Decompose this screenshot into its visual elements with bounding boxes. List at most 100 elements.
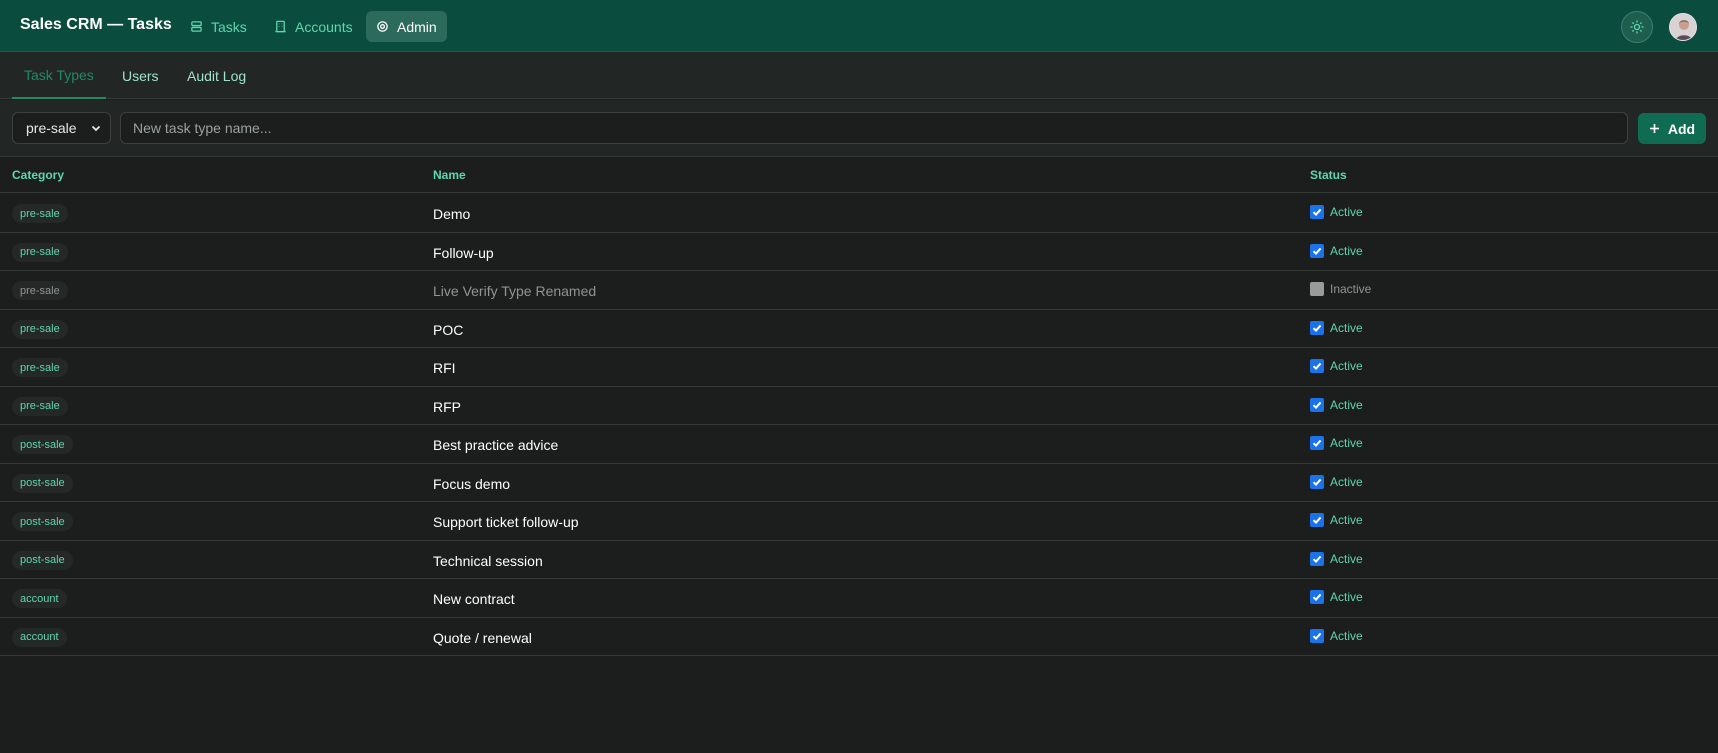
status-label: Inactive — [1330, 282, 1372, 296]
task-type-name: Support ticket follow-up — [433, 514, 579, 530]
admin-subtabs: Task Types Users Audit Log — [0, 52, 1718, 99]
table-row: post-sale Best practice advice Active — [0, 425, 1718, 464]
task-type-name: New contract — [433, 591, 515, 607]
app-title: Sales CRM — Tasks — [20, 16, 172, 33]
nav-tasks[interactable]: Tasks — [180, 11, 257, 42]
active-checkbox[interactable] — [1310, 205, 1324, 219]
checkmark-icon — [1312, 401, 1322, 409]
task-type-name: POC — [433, 321, 464, 338]
category-badge: post-sale — [12, 435, 73, 454]
checkmark-icon — [1312, 362, 1322, 371]
top-navbar: Sales CRM — Tasks Tasks Accounts Admin — [0, 0, 1718, 52]
table-row: pre-sale Live Verify Type Renamed Inactive — [0, 271, 1718, 310]
status-label: Active — [1330, 397, 1363, 412]
checkmark-icon — [1312, 478, 1322, 486]
active-checkbox[interactable] — [1310, 359, 1324, 373]
checkmark-icon — [1312, 555, 1322, 563]
task-type-name-input[interactable] — [120, 112, 1628, 144]
column-header-status: Status — [1310, 168, 1347, 182]
sun-icon — [1630, 20, 1644, 34]
active-checkbox[interactable] — [1310, 628, 1324, 643]
status-label: Active — [1330, 359, 1363, 373]
plus-icon — [1649, 124, 1659, 133]
add-button-label: Add — [1667, 120, 1696, 137]
layers-icon — [191, 21, 202, 32]
status-label: Active — [1330, 243, 1363, 258]
status-label: Active — [1330, 628, 1363, 643]
nav-accounts-label: Accounts — [295, 18, 353, 35]
gear-icon — [377, 21, 388, 32]
active-checkbox[interactable] — [1310, 397, 1324, 412]
category-badge: account — [12, 589, 67, 608]
active-checkbox[interactable] — [1310, 551, 1324, 566]
table-row: pre-sale POC Active — [0, 310, 1718, 348]
table-row: pre-sale Follow-up Active — [0, 233, 1718, 271]
checkmark-icon — [1312, 439, 1322, 448]
add-task-type-button[interactable]: Add — [1638, 113, 1706, 144]
checkmark-icon — [1312, 208, 1322, 217]
category-badge: pre-sale — [12, 281, 68, 300]
status-label: Active — [1330, 513, 1363, 527]
chevron-down-icon — [91, 125, 101, 132]
nav-admin-label: Admin — [397, 18, 437, 35]
active-checkbox[interactable] — [1310, 513, 1324, 527]
tab-task-types[interactable]: Task Types — [12, 52, 106, 99]
category-select-value: pre-sale — [26, 120, 77, 136]
tab-users[interactable]: Users — [110, 52, 171, 99]
category-badge: pre-sale — [12, 319, 68, 339]
table-row: post-sale Support ticket follow-up Active — [0, 502, 1718, 541]
table-row: pre-sale RFP Active — [0, 387, 1718, 425]
task-type-name: RFI — [433, 360, 456, 376]
table-row: account Quote / renewal Active — [0, 618, 1718, 656]
active-checkbox[interactable] — [1310, 590, 1324, 604]
category-badge: pre-sale — [12, 242, 68, 262]
nav-admin[interactable]: Admin — [366, 11, 447, 42]
checkmark-icon — [1312, 516, 1322, 525]
category-select[interactable]: pre-sale — [12, 112, 111, 144]
status-label: Active — [1330, 474, 1363, 489]
active-checkbox[interactable] — [1310, 320, 1324, 335]
status-label: Active — [1330, 551, 1363, 566]
status-label: Active — [1330, 590, 1363, 604]
theme-toggle-button[interactable] — [1621, 11, 1653, 43]
task-type-name: Best practice advice — [433, 437, 559, 453]
task-type-name: Quote / renewal — [433, 629, 532, 646]
category-badge: pre-sale — [12, 204, 68, 223]
table-row: pre-sale Demo Active — [0, 194, 1718, 233]
avatar-image — [1670, 14, 1696, 40]
table-row: pre-sale RFI Active — [0, 348, 1718, 387]
status-label: Active — [1330, 436, 1363, 450]
tab-audit-log[interactable]: Audit Log — [175, 52, 258, 99]
active-checkbox[interactable] — [1310, 282, 1324, 296]
active-checkbox[interactable] — [1310, 436, 1324, 450]
category-badge: account — [12, 627, 67, 647]
task-type-name: Demo — [433, 206, 471, 222]
category-badge: pre-sale — [12, 358, 68, 377]
task-type-name: RFP — [433, 398, 461, 415]
table-header: Category Name Status — [0, 157, 1718, 193]
task-type-name: Live Verify Type Renamed — [433, 283, 597, 299]
category-badge: post-sale — [12, 550, 73, 570]
checkmark-icon — [1312, 632, 1322, 640]
nav-accounts[interactable]: Accounts — [264, 11, 363, 42]
table-row: account New contract Active — [0, 579, 1718, 618]
task-type-name: Technical session — [433, 552, 543, 569]
checkmark-icon — [1312, 247, 1322, 255]
user-avatar[interactable] — [1669, 13, 1697, 41]
task-type-name: Follow-up — [433, 244, 494, 261]
category-badge: pre-sale — [12, 396, 68, 416]
status-label: Active — [1330, 320, 1363, 335]
task-type-name: Focus demo — [433, 475, 511, 492]
checkmark-icon — [1312, 593, 1322, 602]
table-row: post-sale Focus demo Active — [0, 464, 1718, 502]
table-row: post-sale Technical session Active — [0, 541, 1718, 579]
category-badge: post-sale — [12, 512, 73, 531]
checkmark-icon — [1312, 324, 1322, 332]
active-checkbox[interactable] — [1310, 243, 1324, 258]
add-task-type-toolbar: pre-sale Add — [0, 100, 1718, 157]
column-header-category: Category — [12, 168, 65, 182]
active-checkbox[interactable] — [1310, 474, 1324, 489]
category-badge: post-sale — [12, 473, 73, 493]
building-icon — [275, 20, 286, 33]
status-label: Active — [1330, 205, 1363, 219]
